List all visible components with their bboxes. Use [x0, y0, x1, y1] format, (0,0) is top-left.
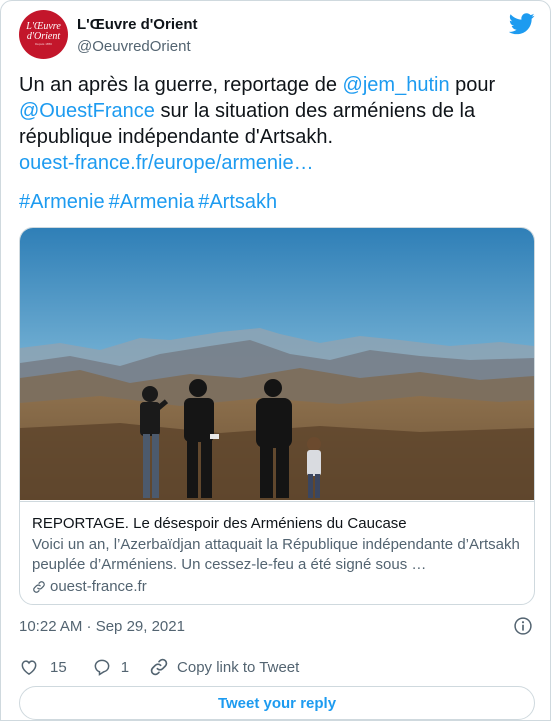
- tweet-text-part: pour: [449, 74, 496, 96]
- tweet-text-part: Un an après la guerre, reportage de: [19, 74, 343, 96]
- twitter-bird-icon[interactable]: [509, 13, 535, 35]
- hashtag-artsakh[interactable]: #Artsakh: [198, 191, 277, 213]
- tweet-reply-button[interactable]: Tweet your reply: [19, 686, 535, 720]
- card-domain-text: ouest-france.fr: [50, 578, 147, 595]
- like-count: 15: [50, 658, 67, 676]
- card-info[interactable]: REPORTAGE. Le désespoir des Arméniens du…: [20, 501, 534, 604]
- mention-ouest-france[interactable]: @OuestFrance: [19, 100, 155, 122]
- avatar-text-line2: d'Orient: [26, 31, 61, 42]
- tweet-text: Un an après la guerre, reportage de @jem…: [19, 72, 539, 176]
- tweet-actions: 15 1 Copy link to Tweet: [19, 656, 299, 678]
- author-name[interactable]: L'Œuvre d'Orient: [77, 16, 197, 33]
- hashtag-armenie[interactable]: #Armenie: [19, 191, 105, 213]
- hashtag-armenia[interactable]: #Armenia: [109, 191, 195, 213]
- reply-count: 1: [120, 658, 130, 676]
- article-link[interactable]: ouest-france.fr/europe/armenie…: [19, 152, 314, 174]
- mention-jem-hutin[interactable]: @jem_hutin: [343, 74, 450, 96]
- like-action[interactable]: 15: [19, 657, 67, 677]
- card-image[interactable]: [20, 228, 534, 500]
- card-title: REPORTAGE. Le désespoir des Arméniens du…: [32, 515, 407, 532]
- card-description: Voici un an, l’Azerbaïdjan attaquait la …: [32, 536, 520, 573]
- link-card[interactable]: REPORTAGE. Le désespoir des Arméniens du…: [19, 227, 535, 605]
- reply-bubble-icon[interactable]: [92, 657, 112, 677]
- reply-action[interactable]: 1: [92, 657, 129, 677]
- info-icon[interactable]: [513, 616, 533, 636]
- copy-link-action[interactable]: Copy link to Tweet: [149, 657, 299, 677]
- copy-link-label: Copy link to Tweet: [177, 658, 300, 676]
- heart-icon[interactable]: [19, 657, 39, 677]
- card-domain: ouest-france.fr: [32, 578, 147, 595]
- avatar-text-line3: Depuis 1856: [35, 42, 52, 46]
- link-icon[interactable]: [149, 657, 169, 677]
- avatar[interactable]: L'Œuvre d'Orient Depuis 1856: [19, 10, 68, 59]
- author-handle[interactable]: @OeuvredOrient: [77, 38, 191, 55]
- tweet-embed: L'Œuvre d'Orient Depuis 1856 L'Œuvre d'O…: [0, 0, 551, 721]
- link-icon: [33, 580, 45, 593]
- hashtags: #Armenie #Armenia #Artsakh: [19, 189, 281, 215]
- tweet-timestamp[interactable]: 10:22 AM · Sep 29, 2021: [19, 618, 185, 635]
